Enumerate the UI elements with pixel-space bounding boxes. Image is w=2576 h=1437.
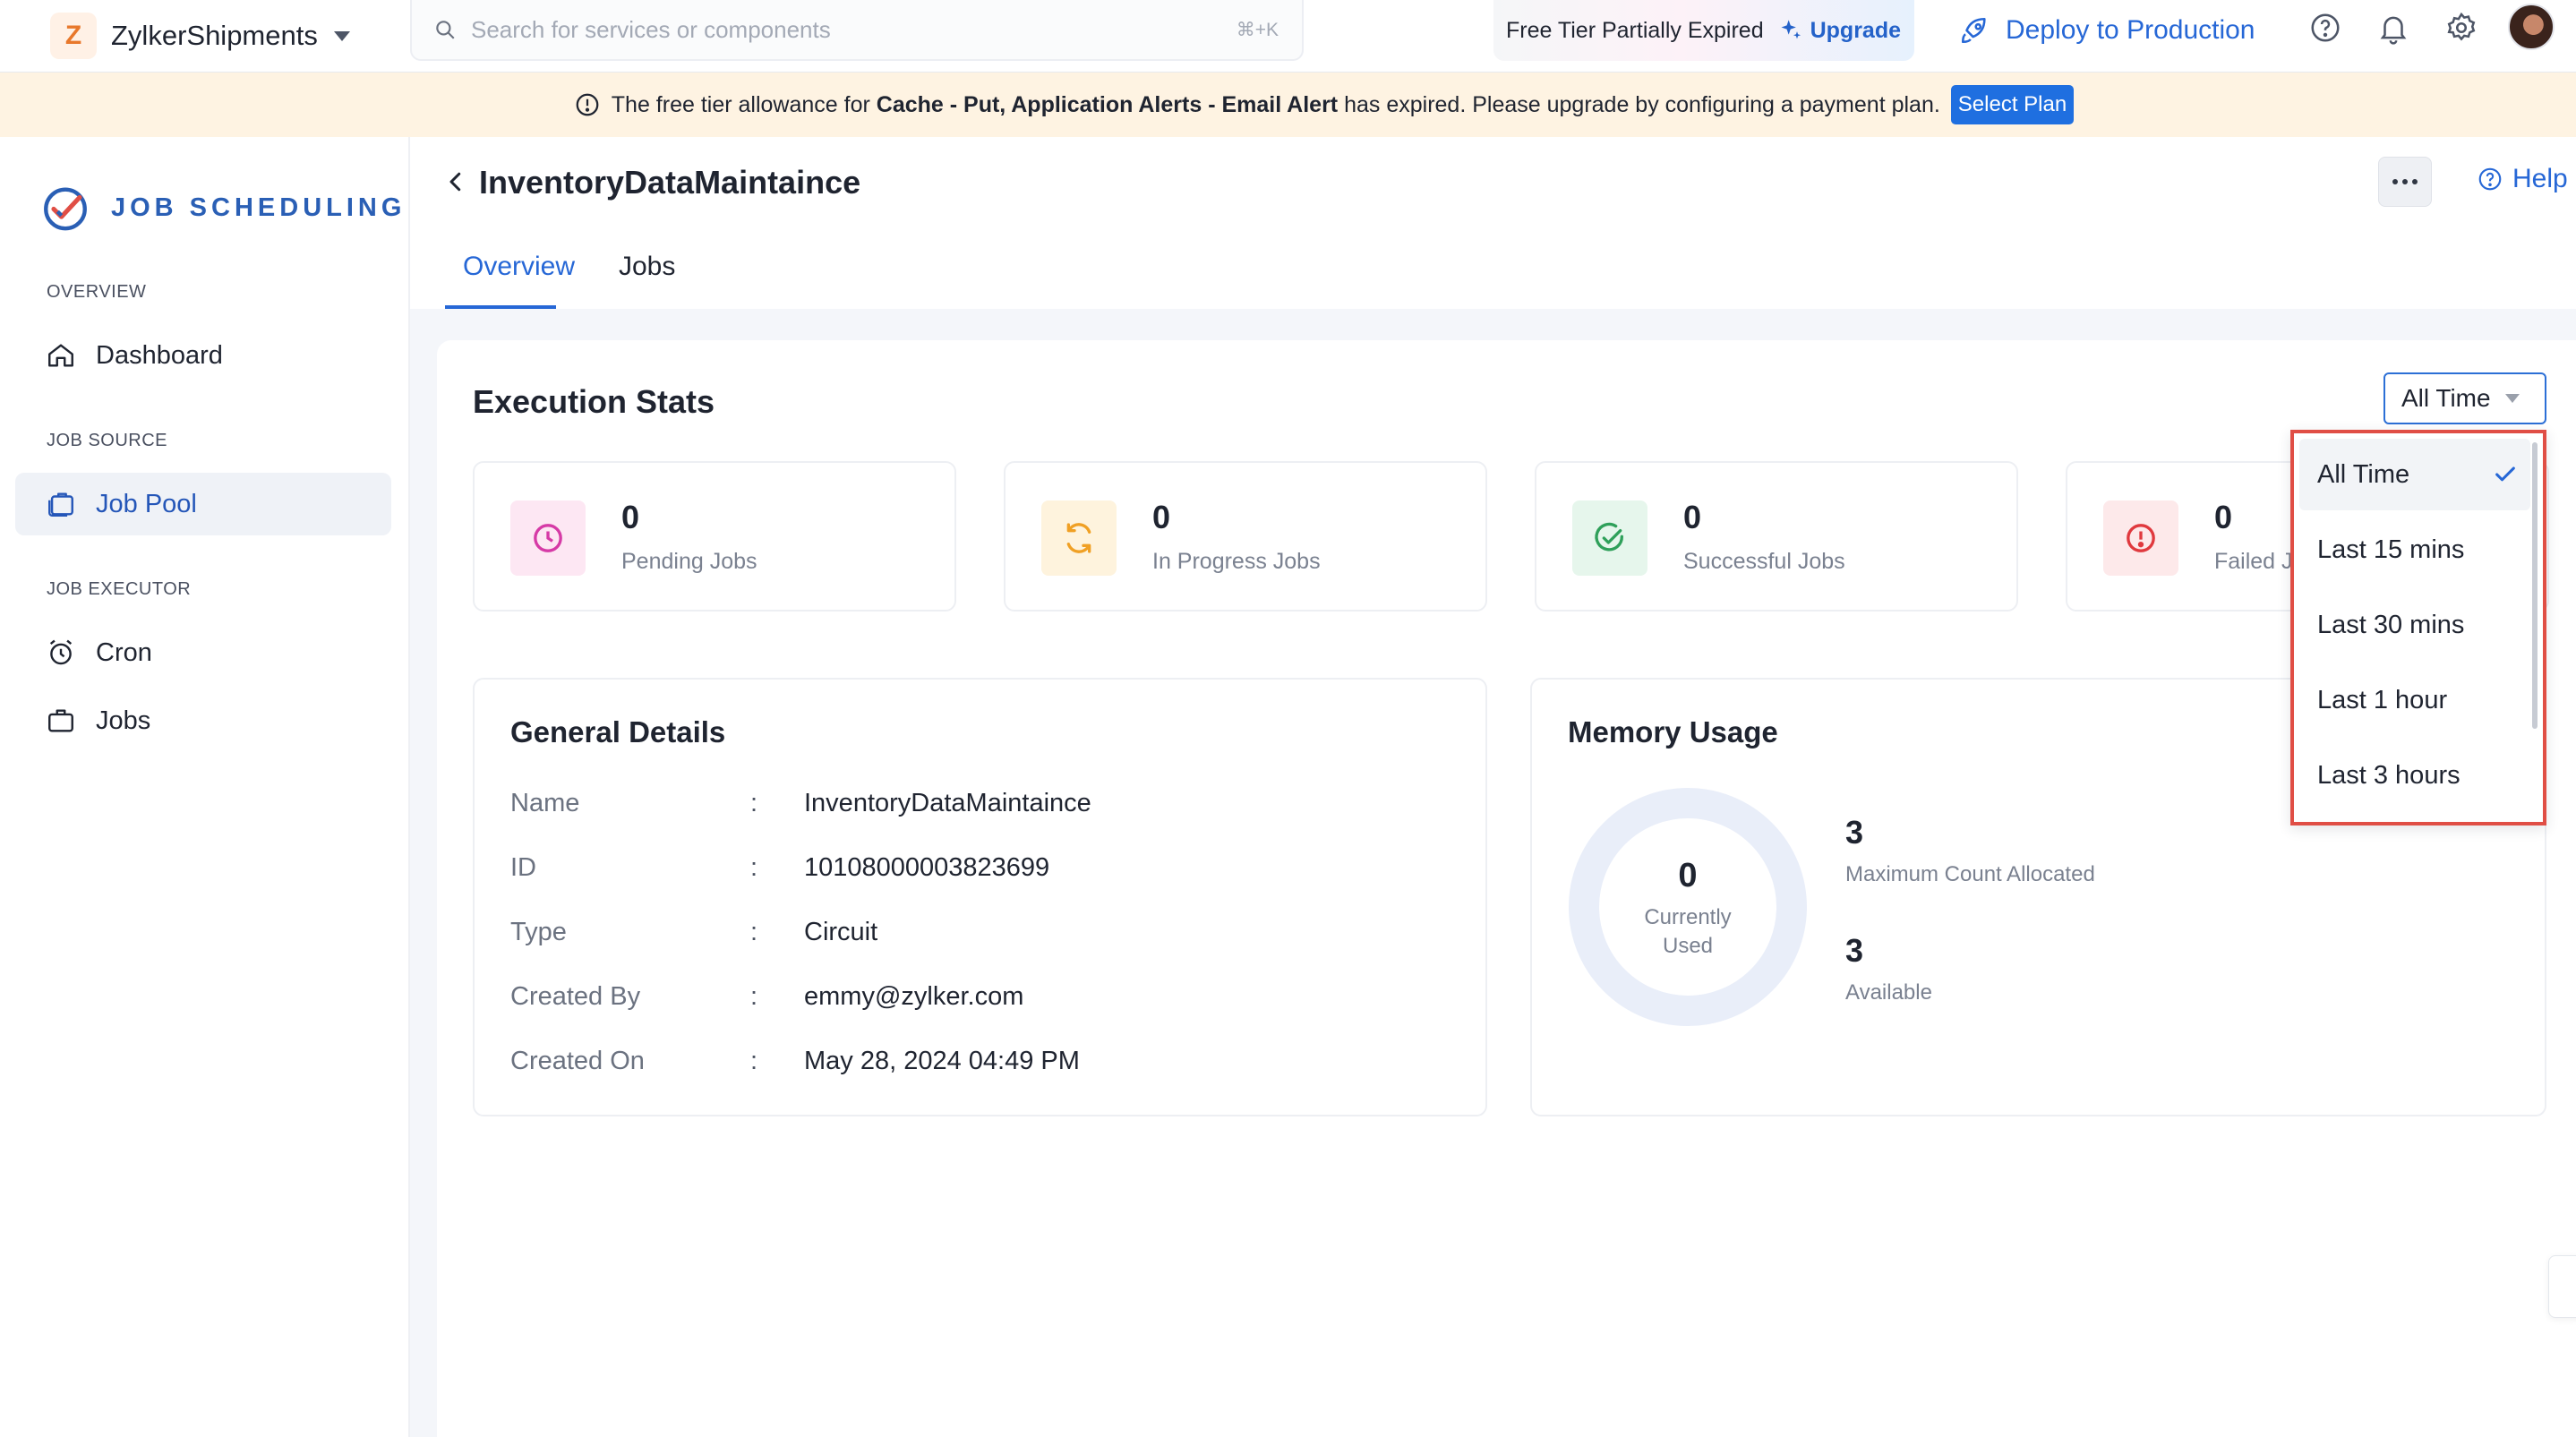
tab-jobs[interactable]: Jobs	[619, 252, 675, 309]
alarm-clock-icon	[49, 639, 73, 665]
job-scheduling-brand: JOB SCHEDULING	[39, 182, 406, 234]
section-label-job-executor: JOB EXECUTOR	[47, 579, 192, 599]
org-name: ZylkerShipments	[111, 20, 318, 51]
stat-value: 0	[1152, 499, 1171, 535]
currently-used-value: 0	[1678, 857, 1698, 894]
sidebar-item-label: Job Pool	[96, 489, 197, 518]
stat-label: Pending Jobs	[621, 549, 757, 574]
deploy-to-production-button[interactable]: Deploy to Production	[1959, 7, 2255, 54]
sidebar-item-dashboard[interactable]: Dashboard	[15, 324, 391, 387]
sidebar-item-cron[interactable]: Cron	[15, 621, 391, 684]
help-label: Help	[2512, 164, 2568, 193]
option-last-1-hour[interactable]: Last 1 hour	[2299, 664, 2530, 736]
option-last-30-mins[interactable]: Last 30 mins	[2299, 589, 2530, 661]
available-label: Available	[1845, 980, 1932, 1005]
deploy-label: Deploy to Production	[2006, 15, 2255, 45]
max-count-value: 3	[1845, 814, 1864, 851]
sidebar: JOB SCHEDULING OVERVIEW Dashboard JOB SO…	[0, 137, 410, 1437]
search-icon	[436, 21, 455, 39]
chevron-left-icon[interactable]	[442, 168, 469, 195]
general-details-title: General Details	[510, 715, 726, 748]
side-panel-toggle[interactable]	[2548, 1255, 2576, 1318]
available-value: 3	[1845, 932, 1864, 969]
rocket-icon	[1961, 17, 1986, 44]
max-count-label: Maximum Count Allocated	[1845, 862, 2095, 886]
sidebar-item-label: Cron	[96, 637, 152, 667]
home-icon	[48, 344, 73, 367]
help-circle-icon[interactable]	[2308, 11, 2342, 45]
sparkle-icon	[1781, 20, 1801, 39]
stat-value: 0	[1683, 499, 1702, 535]
clock-icon	[510, 500, 586, 576]
time-range-select[interactable]: All Time	[2383, 372, 2546, 424]
option-all-time[interactable]: All Time	[2299, 439, 2530, 510]
time-range-dropdown: All Time Last 15 mins Last 30 mins Last …	[2290, 430, 2546, 825]
brand-title: JOB SCHEDULING	[111, 192, 407, 222]
general-details-card: General Details Name: InventoryDataMainta…	[473, 678, 1487, 1116]
stat-card-pending: 0 Pending Jobs	[473, 461, 956, 612]
time-range-value: All Time	[2401, 384, 2491, 412]
stat-card-in-progress: 0 In Progress Jobs	[1004, 461, 1487, 612]
page-title: InventoryDataMaintaince	[479, 164, 861, 201]
user-avatar[interactable]	[2508, 4, 2555, 50]
refresh-icon	[1041, 500, 1117, 576]
tab-overview[interactable]: Overview	[445, 252, 575, 309]
upgrade-button[interactable]: Upgrade	[1778, 18, 1901, 44]
banner-message: The free tier allowance for Cache - Put,…	[611, 91, 1940, 117]
search-bar[interactable]: ⌘+K	[410, 0, 1304, 61]
dropdown-scrollbar[interactable]	[2532, 442, 2537, 729]
org-badge: Z	[50, 13, 97, 59]
job-pool-icon	[48, 492, 73, 517]
caret-down-icon	[333, 30, 350, 41]
search-input[interactable]	[471, 15, 1237, 44]
check-circle-icon	[1572, 500, 1647, 576]
content-area: Execution Stats All Time 0 Pending Jobs …	[410, 309, 2576, 1437]
currently-used-label: Currently Used	[1644, 905, 1732, 958]
alert-circle-icon	[2103, 500, 2178, 576]
stat-value: 0	[2214, 499, 2233, 535]
alert-circle-icon	[576, 93, 599, 116]
search-shortcut: ⌘+K	[1236, 19, 1279, 40]
tier-status-text: Free Tier Partially Expired	[1506, 17, 1764, 43]
select-plan-button[interactable]: Select Plan	[1950, 85, 2075, 124]
option-last-15-mins[interactable]: Last 15 mins	[2299, 514, 2530, 586]
sidebar-item-job-pool[interactable]: Job Pool	[15, 473, 391, 535]
gear-icon[interactable]	[2444, 11, 2478, 45]
overview-panel: Execution Stats All Time 0 Pending Jobs …	[437, 340, 2576, 1437]
job-scheduling-logo	[44, 187, 87, 231]
checkmark-icon	[2495, 466, 2515, 482]
help-link[interactable]: Help	[2477, 164, 2568, 194]
briefcase-icon	[48, 709, 73, 732]
sidebar-item-label: Jobs	[96, 706, 151, 735]
memory-usage-title: Memory Usage	[1568, 715, 1778, 748]
stat-label: In Progress Jobs	[1152, 549, 1321, 574]
sidebar-item-jobs[interactable]: Jobs	[15, 689, 391, 752]
stat-label: Successful Jobs	[1683, 549, 1845, 574]
upgrade-label: Upgrade	[1810, 17, 1902, 43]
stat-card-successful: 0 Successful Jobs	[1535, 461, 2018, 612]
free-tier-status: Free Tier Partially Expired Upgrade	[1493, 0, 1914, 61]
expiry-banner: The free tier allowance for Cache - Put,…	[0, 73, 2576, 137]
execution-stats-title: Execution Stats	[473, 383, 715, 420]
section-label-job-source: JOB SOURCE	[47, 431, 168, 450]
bell-icon[interactable]	[2376, 11, 2410, 45]
sidebar-item-label: Dashboard	[96, 340, 223, 370]
section-label-overview: OVERVIEW	[47, 282, 147, 302]
caret-down-icon	[2504, 394, 2520, 403]
more-options-button[interactable]	[2378, 157, 2432, 207]
page-header: InventoryDataMaintaince Help Overview Jo…	[410, 137, 2576, 309]
option-last-3-hours[interactable]: Last 3 hours	[2299, 740, 2530, 811]
time-range-options: All Time Last 15 mins Last 30 mins Last …	[2299, 439, 2530, 815]
top-bar: Z ZylkerShipments ⌘+K Free Tier Partiall…	[0, 0, 2576, 73]
help-circle-icon	[2478, 167, 2502, 191]
stat-value: 0	[621, 499, 640, 535]
org-switcher[interactable]: Z ZylkerShipments	[50, 13, 350, 59]
